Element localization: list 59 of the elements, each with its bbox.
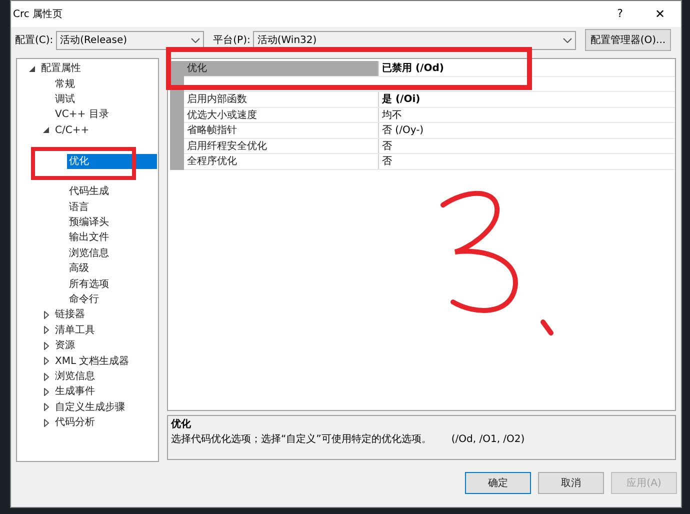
expand-icon[interactable] — [44, 403, 48, 412]
property-value[interactable]: 否 — [379, 154, 675, 168]
expand-icon[interactable] — [44, 388, 48, 396]
expand-icon[interactable] — [44, 357, 48, 366]
tree-item[interactable]: 自定义生成步骤 — [53, 400, 127, 415]
property-value[interactable]: 是 (/Oi) — [379, 92, 675, 106]
expand-icon[interactable] — [44, 310, 48, 319]
tree-item[interactable]: 生成事件 — [53, 384, 97, 400]
property-value[interactable]: 已禁用 (/Od) — [379, 61, 675, 76]
property-name[interactable]: 启用纤程安全优化 — [184, 138, 379, 153]
tree-item[interactable]: 代码生成 — [67, 184, 111, 200]
tree-item[interactable]: VC++ 目录 — [53, 107, 111, 122]
tree-item[interactable]: 所有选项 — [67, 276, 111, 292]
tree-item[interactable]: 配置属性 — [39, 61, 83, 76]
property-name[interactable]: 启用内部函数 — [184, 92, 379, 106]
property-value[interactable]: 否 (/Oy-) — [379, 123, 675, 138]
property-name[interactable]: 优化 — [184, 61, 379, 76]
expand-icon[interactable] — [44, 326, 48, 334]
tree-item[interactable]: 常规 — [53, 76, 77, 92]
help-button[interactable]: ? — [605, 6, 635, 22]
chevron-down-icon — [191, 38, 200, 42]
tree-item[interactable]: 浏览信息 — [67, 246, 111, 261]
tree-item[interactable]: 命令行 — [67, 292, 101, 308]
collapse-icon[interactable] — [43, 127, 49, 134]
platform-dropdown[interactable]: 活动(Win32) — [253, 30, 576, 50]
dialog-button[interactable]: 确定 — [465, 472, 531, 494]
config-label: 配置(C): — [15, 34, 54, 48]
config-dropdown[interactable]: 活动(Release) — [56, 30, 204, 50]
expand-icon[interactable] — [44, 418, 48, 427]
window-title: Crc 属性页 — [13, 8, 63, 22]
tree-item[interactable]: 链接器 — [53, 307, 87, 322]
property-name[interactable]: 全程序优化 — [184, 154, 379, 168]
tree-item[interactable]: 预编译头 — [67, 215, 111, 230]
tree-item[interactable]: 语言 — [67, 200, 91, 215]
tree-item[interactable]: 调试 — [53, 92, 77, 107]
property-name[interactable]: 优选大小或速度 — [184, 108, 379, 122]
platform-label: 平台(P): — [213, 34, 250, 48]
close-button[interactable]: ✕ — [645, 5, 675, 23]
expand-icon[interactable] — [44, 342, 48, 350]
description-text: 选择代码优化选项；选择“自定义”可使用特定的优化选项。 — [171, 432, 432, 447]
tree-item[interactable]: 输出文件 — [67, 230, 111, 246]
tree-item[interactable]: 清单工具 — [53, 322, 97, 338]
tree-item[interactable]: 代码分析 — [53, 415, 97, 430]
tree-item[interactable]: XML 文档生成器 — [53, 354, 132, 369]
property-value[interactable]: 否 — [379, 138, 675, 153]
tree-item[interactable]: 优化 — [67, 154, 157, 169]
dialog-button[interactable]: 取消 — [538, 472, 604, 494]
expand-icon[interactable] — [44, 372, 48, 380]
description-title: 优化 — [171, 418, 192, 432]
property-value[interactable]: 均不 — [379, 108, 675, 122]
tree-item[interactable]: 浏览信息 — [53, 369, 97, 384]
tree-item[interactable]: C/C++ — [53, 122, 92, 138]
tree-item[interactable]: 高级 — [67, 261, 91, 276]
collapse-icon[interactable] — [29, 66, 35, 72]
description-switches: (/Od, /O1, /O2) — [451, 433, 525, 447]
tree-item[interactable]: 资源 — [53, 338, 77, 354]
config-manager-button[interactable]: 配置管理器(O)... — [585, 29, 671, 51]
property-name[interactable]: 省略帧指针 — [184, 123, 379, 138]
chevron-down-icon — [563, 38, 572, 42]
